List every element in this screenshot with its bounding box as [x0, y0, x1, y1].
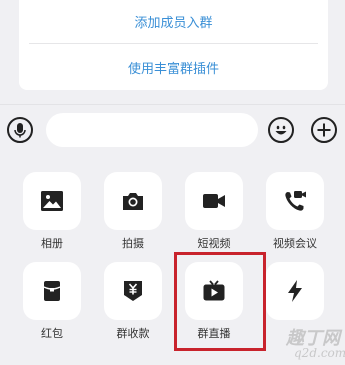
video-meeting-label: 视频会议 — [273, 238, 317, 250]
camera-icon — [123, 193, 143, 210]
microphone-icon[interactable] — [7, 117, 33, 143]
album-button[interactable] — [23, 172, 81, 230]
emoji-icon[interactable] — [268, 117, 294, 143]
album-label: 相册 — [41, 238, 63, 250]
lightning-button[interactable] — [266, 262, 324, 320]
short-video-button[interactable] — [185, 172, 243, 230]
watermark-en: q2d.com — [294, 346, 345, 360]
group-collect-button[interactable] — [104, 262, 162, 320]
short-video-label: 短视频 — [197, 238, 231, 250]
message-input-bar — [0, 105, 345, 155]
plus-icon[interactable] — [311, 117, 337, 143]
group-menu-card: 添加成员入群 使用丰富群插件 — [19, 0, 328, 90]
red-packet-icon — [43, 281, 61, 301]
group-collect-label: 群收款 — [116, 328, 150, 340]
highlight-box — [174, 252, 266, 351]
capture-label: 拍摄 — [122, 238, 144, 250]
image-icon — [41, 191, 63, 211]
add-member-link[interactable]: 添加成员入群 — [19, 12, 328, 31]
message-input[interactable] — [46, 113, 258, 147]
rich-plugin-link[interactable]: 使用丰富群插件 — [19, 58, 328, 77]
menu-divider — [29, 43, 318, 44]
watermark: 趣丁网 q2d.com — [284, 324, 345, 364]
red-packet-button[interactable] — [23, 262, 81, 320]
yuan-collect-icon — [124, 281, 142, 301]
red-packet-label: 红包 — [41, 328, 63, 340]
video-camera-icon — [203, 194, 225, 208]
video-meeting-button[interactable] — [266, 172, 324, 230]
lightning-icon — [288, 280, 302, 302]
video-call-icon — [285, 191, 306, 211]
capture-button[interactable] — [104, 172, 162, 230]
